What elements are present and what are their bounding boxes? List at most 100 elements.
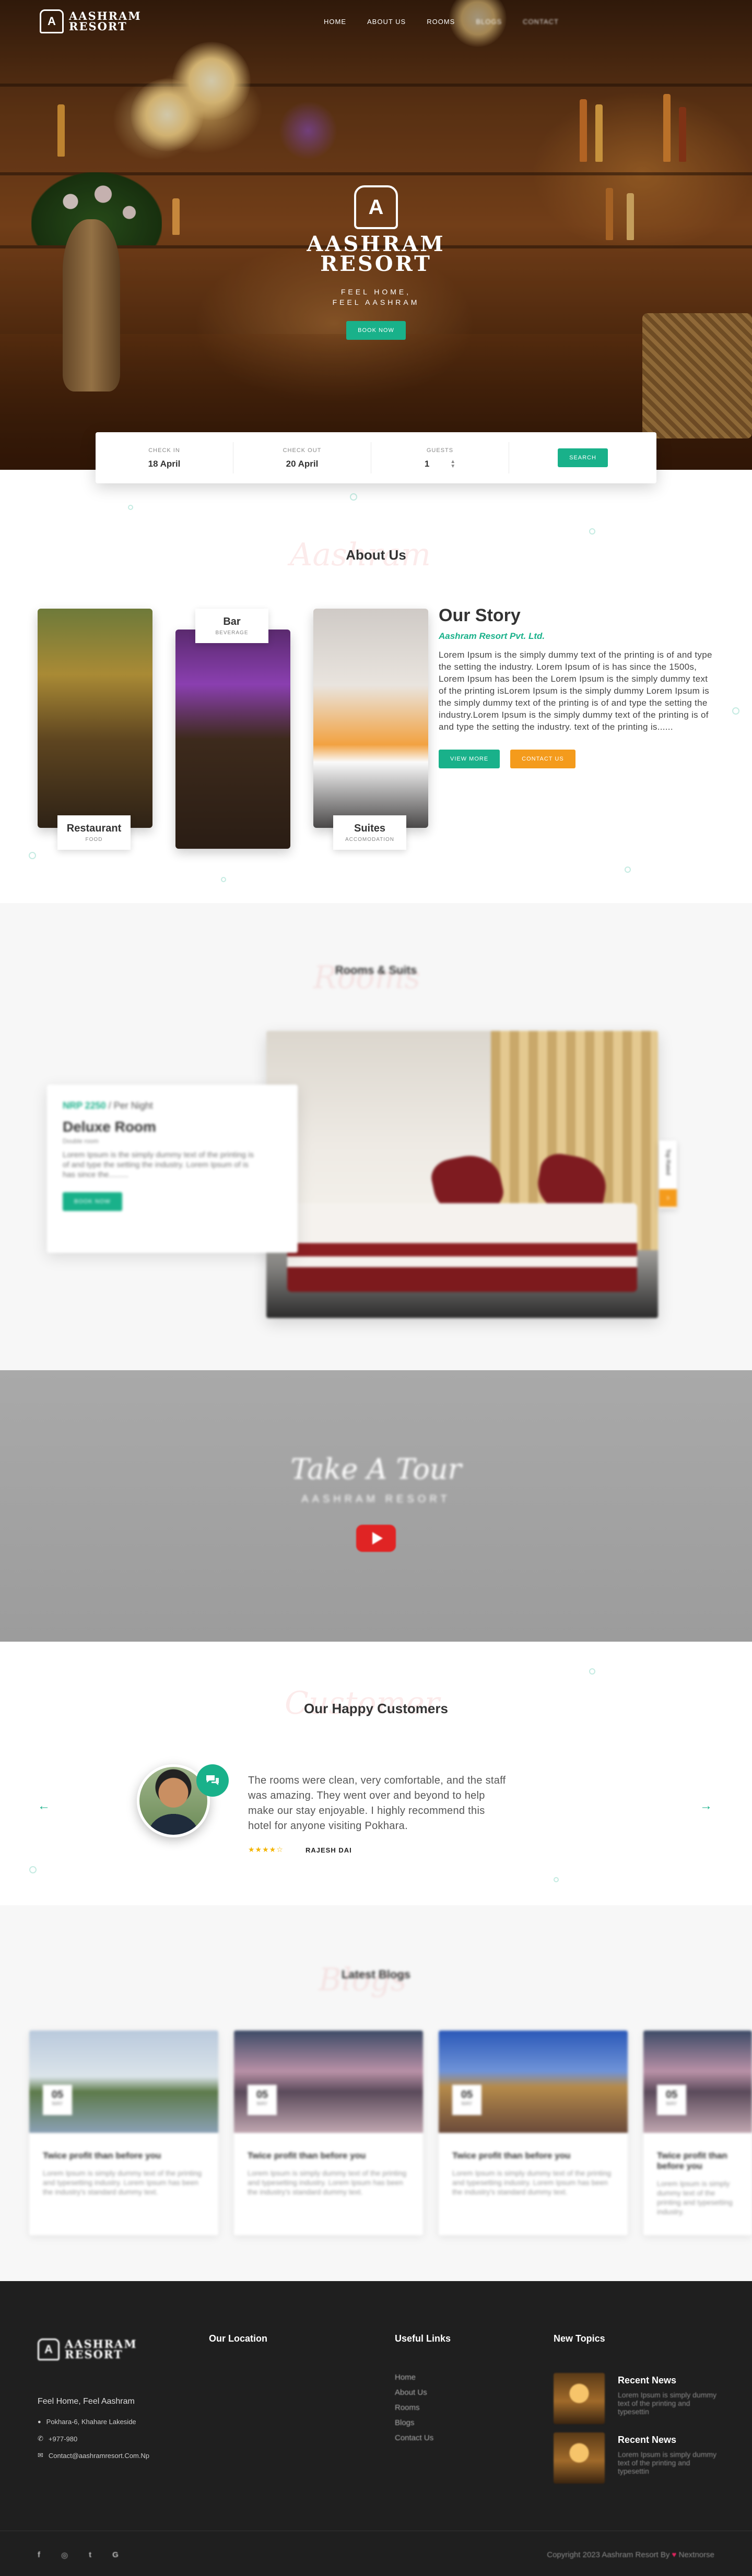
rooms-title: Rooms & Suits xyxy=(335,964,417,977)
blog-date: 05 MAY xyxy=(248,2085,277,2115)
blogs-title: Latest Blogs xyxy=(341,1968,411,1981)
decor-bubble xyxy=(221,877,226,882)
checkout-value[interactable]: 20 April xyxy=(233,459,371,469)
blog-card[interactable]: 05 MAY Twice profit than before you Lorem… xyxy=(234,2031,423,2235)
links-heading: Useful Links xyxy=(395,2333,451,2344)
decor-bubble xyxy=(589,528,595,535)
about-title: About Us xyxy=(346,547,406,563)
mail-icon: ✉ xyxy=(38,2451,43,2459)
location-heading: Our Location xyxy=(209,2333,267,2344)
arrow-left-icon[interactable]: ← xyxy=(38,1799,50,1813)
guests-value[interactable]: 1 xyxy=(425,459,429,469)
credit-link[interactable]: Nextnorse xyxy=(679,2550,714,2559)
nav-about[interactable]: ABOUT US xyxy=(367,18,406,26)
news-text: Lorem Ipsum is simply dummy text of the … xyxy=(618,2450,717,2475)
footer-link-home[interactable]: Home xyxy=(395,2373,433,2382)
nav-blogs[interactable]: BLOGS xyxy=(476,18,502,26)
suites-label[interactable]: Suites ACCOMODATION xyxy=(333,815,406,850)
site-footer: A AASHRAM RESORT Feel Home, Feel Aashram… xyxy=(0,2281,752,2576)
logo-hut-icon: A xyxy=(38,2338,60,2360)
hero-content: A AASHRAM RESORT FEEL HOME, FEEL AASHRAM… xyxy=(272,185,480,340)
view-more-button[interactable]: VIEW MORE xyxy=(439,750,500,768)
hero-tagline: FEEL HOME, FEEL AASHRAM xyxy=(272,287,480,307)
nav-rooms[interactable]: ROOMS xyxy=(427,18,455,26)
restaurant-card[interactable] xyxy=(38,609,152,828)
site-logo[interactable]: A AASHRAM RESORT xyxy=(40,9,142,33)
arrow-right-icon[interactable]: → xyxy=(700,1799,712,1813)
blog-title[interactable]: Twice profit than before you xyxy=(29,2133,218,2161)
bar-title: Bar xyxy=(223,616,241,627)
suites-card[interactable] xyxy=(313,609,428,828)
footer-link-rooms[interactable]: Rooms xyxy=(395,2403,433,2412)
news-text: Lorem Ipsum is simply dummy text of the … xyxy=(618,2391,717,2416)
hero-brand: AASHRAM RESORT xyxy=(272,234,480,276)
location-pin-icon: ● xyxy=(38,2418,41,2425)
footer-link-contact[interactable]: Contact Us xyxy=(395,2433,433,2442)
bar-subtitle: BEVERAGE xyxy=(215,630,249,636)
logo-hut-icon: A xyxy=(40,9,64,33)
blog-excerpt: Lorem Ipsum is simply dummy text of the … xyxy=(43,2169,202,2196)
bar-card[interactable] xyxy=(175,630,290,849)
blog-card[interactable]: 05 MAY Twice profit than before you Lorem… xyxy=(29,2031,218,2235)
twitter-icon[interactable]: t xyxy=(89,2550,91,2560)
footer-link-about[interactable]: About Us xyxy=(395,2388,433,2397)
room-description: Lorem Ipsum is the simply dummy text of … xyxy=(63,1150,254,1179)
checkin-field[interactable]: CHECK IN 18 April xyxy=(96,442,233,473)
footer-tagline: Feel Home, Feel Aashram xyxy=(38,2397,135,2406)
top-nav: A AASHRAM RESORT HOME ABOUT US ROOMS BLO… xyxy=(0,0,752,47)
play-icon xyxy=(372,1532,383,1545)
news-title[interactable]: Recent News xyxy=(618,2435,676,2446)
nav-home[interactable]: HOME xyxy=(324,18,346,26)
footer-address: ● Pokhara-6, Khahare Lakeside xyxy=(38,2418,136,2426)
blog-card[interactable]: 05 MAY Twice profit than before you Lorem… xyxy=(439,2031,628,2235)
blog-date: 05 MAY xyxy=(657,2085,686,2115)
blog-title[interactable]: Twice profit than before you xyxy=(234,2133,423,2161)
play-video-button[interactable] xyxy=(356,1525,396,1552)
nav-contact[interactable]: CONTACT xyxy=(523,18,559,26)
social-links: f ◎ t G xyxy=(38,2550,119,2560)
checkin-label: CHECK IN xyxy=(148,447,180,454)
checkin-value[interactable]: 18 April xyxy=(96,459,233,469)
news-title[interactable]: Recent News xyxy=(618,2375,676,2386)
blog-excerpt: Lorem Ipsum is simply dummy text of the … xyxy=(248,2169,407,2196)
decor-bubble xyxy=(29,852,36,859)
restaurant-label[interactable]: Restaurant FOOD xyxy=(57,815,131,850)
news-item[interactable]: Recent News Lorem Ipsum is simply dummy … xyxy=(554,2373,731,2425)
google-icon[interactable]: G xyxy=(112,2550,119,2560)
rating-stars-icon: ★★★★☆ xyxy=(248,1845,284,1854)
blog-title[interactable]: Twice profit than before you xyxy=(643,2133,752,2171)
guests-stepper-icon[interactable]: ▲ ▼ xyxy=(450,459,455,469)
hero-brand-line2: RESORT xyxy=(320,252,432,276)
copyright: Copyright 2023 Aashram Resort By ♥ Nextn… xyxy=(547,2550,714,2559)
arrow-icon[interactable]: › xyxy=(659,1189,677,1207)
bar-label[interactable]: Bar BEVERAGE xyxy=(195,609,268,643)
search-button[interactable]: SEARCH xyxy=(558,448,608,467)
decor-bubble xyxy=(128,505,133,510)
chat-bubble-icon xyxy=(196,1764,229,1797)
guests-field[interactable]: GUESTS 1 ▲ ▼ xyxy=(371,442,509,473)
testimonial-text: The rooms were clean, very comfortable, … xyxy=(248,1775,506,1832)
blog-card[interactable]: 05 MAY Twice profit than before you Lorem… xyxy=(643,2031,752,2235)
heart-icon: ♥ xyxy=(672,2550,677,2559)
room-book-now-button[interactable]: BOOK NOW xyxy=(63,1192,122,1211)
blog-title[interactable]: Twice profit than before you xyxy=(439,2133,628,2161)
hero-tagline-line1: FEEL HOME, xyxy=(340,288,412,296)
footer-logo[interactable]: A AASHRAM RESORT xyxy=(38,2338,137,2360)
story-text: Lorem Ipsum is the simply dummy text of … xyxy=(439,650,712,732)
hero-book-now-button[interactable]: BOOK NOW xyxy=(346,321,406,340)
instagram-icon[interactable]: ◎ xyxy=(61,2550,68,2560)
news-item[interactable]: Recent News Lorem Ipsum is simply dummy … xyxy=(554,2432,731,2485)
suites-title: Suites xyxy=(354,823,386,834)
hero-logo-icon: A xyxy=(354,185,398,229)
news-thumbnail xyxy=(554,2432,605,2484)
useful-links: Home About Us Rooms Blogs Contact Us xyxy=(395,2373,433,2449)
footer-phone[interactable]: ✆ +977-980 xyxy=(38,2435,77,2443)
footer-email[interactable]: ✉ Contact@aashramresort.Com.Np xyxy=(38,2451,149,2460)
facebook-icon[interactable]: f xyxy=(38,2550,40,2560)
contact-us-button[interactable]: CONTACT US xyxy=(510,750,575,768)
suites-subtitle: ACCOMODATION xyxy=(345,837,395,842)
blogs-section: Blogs Latest Blogs 05 MAY Twice profit th… xyxy=(0,1905,752,2281)
footer-link-blogs[interactable]: Blogs xyxy=(395,2418,433,2427)
checkout-field[interactable]: CHECK OUT 20 April xyxy=(233,442,371,473)
phone-icon: ✆ xyxy=(38,2435,43,2442)
